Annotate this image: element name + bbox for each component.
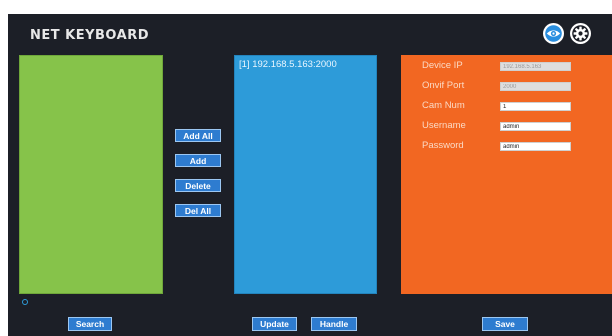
onvif-port-label: Onvif Port <box>422 80 465 91</box>
eye-icon[interactable] <box>543 23 564 44</box>
cam-num-label: Cam Num <box>422 100 465 111</box>
delete-button[interactable]: Delete <box>175 179 221 192</box>
username-label: Username <box>422 120 466 131</box>
search-button[interactable]: Search <box>68 317 112 331</box>
update-button[interactable]: Update <box>252 317 297 331</box>
del-all-button[interactable]: Del All <box>175 204 221 217</box>
onvif-port-field[interactable] <box>500 82 571 91</box>
status-indicator-icon <box>22 299 28 305</box>
password-label: Password <box>422 140 464 151</box>
handle-button[interactable]: Handle <box>311 317 357 331</box>
search-results-list[interactable] <box>19 55 163 294</box>
page-title: NET KEYBOARD <box>30 28 149 43</box>
cam-num-field[interactable] <box>500 102 571 111</box>
device-list[interactable]: [1] 192.168.5.163:2000 <box>234 55 377 294</box>
net-keyboard-window: NET KEYBOARD Add All Add Delete Del All <box>8 14 612 336</box>
device-settings-form: Device IP Onvif Port Cam Num Username Pa… <box>401 55 612 294</box>
gear-icon[interactable] <box>570 23 591 44</box>
add-all-button[interactable]: Add All <box>175 129 221 142</box>
save-button[interactable]: Save <box>482 317 528 331</box>
device-ip-label: Device IP <box>422 60 463 71</box>
list-item[interactable]: [1] 192.168.5.163:2000 <box>239 59 337 70</box>
password-field[interactable] <box>500 142 571 151</box>
username-field[interactable] <box>500 122 571 131</box>
device-ip-field[interactable] <box>500 62 571 71</box>
add-button[interactable]: Add <box>175 154 221 167</box>
